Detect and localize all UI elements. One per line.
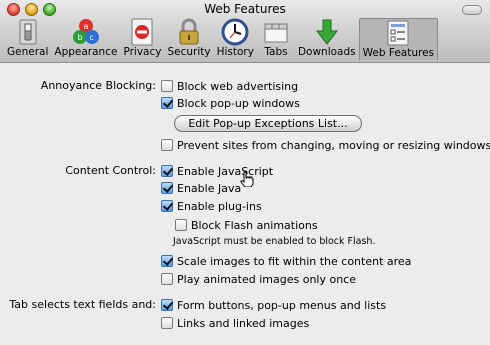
block-web-advertising-checkbox[interactable] [161,80,173,92]
option-label: Links and linked images [177,316,310,330]
option-label: Block Flash animations [191,218,318,232]
edit-popup-exceptions-button[interactable]: Edit Pop-up Exceptions List... [174,115,362,132]
green-down-arrow-icon [311,18,343,46]
option-label: Block pop-up windows [177,96,300,110]
enable-java-option[interactable]: Enable Java [161,180,241,196]
form-buttons-checkbox[interactable] [161,299,173,311]
tab-label: Security [167,46,211,58]
tab-label: Tabs [264,46,288,58]
block-web-advertising-option[interactable]: Block web advertising [161,78,298,94]
option-label: Enable Java [177,181,242,195]
tab-label: Downloads [297,46,356,58]
preferences-toolbar: General a b c Appearance Privacy Securit… [4,18,439,62]
option-label: Form buttons, pop-up menus and lists [177,298,387,312]
option-label: Play animated images only once [177,272,356,286]
content-control-label: Content Control: [65,164,156,177]
tabs-icon [260,18,292,46]
tab-tabs[interactable]: Tabs [257,18,295,60]
annoyance-blocking-label: Annoyance Blocking: [40,79,156,92]
svg-text:c: c [89,33,93,42]
tab-security[interactable]: Security [164,18,213,60]
option-label: Enable plug-ins [177,199,262,213]
block-flash-option[interactable]: Block Flash animations [175,217,318,233]
tab-label: History [216,46,254,58]
tab-label: Web Features [362,47,435,59]
toolbar-toggle-button[interactable] [462,5,482,15]
block-flash-checkbox[interactable] [175,219,187,231]
flash-requirement-note: JavaScript must be enabled to block Flas… [173,236,376,247]
enable-java-checkbox[interactable] [161,182,173,194]
scale-images-checkbox[interactable] [161,255,173,267]
enable-javascript-option[interactable]: Enable JavaScript [161,163,273,179]
web-features-icon [382,19,414,47]
abc-circles-icon: a b c [70,18,102,46]
form-buttons-option[interactable]: Form buttons, pop-up menus and lists [161,297,386,313]
block-popup-windows-checkbox[interactable] [161,97,173,109]
option-label: Block web advertising [177,79,299,93]
no-entry-sign-icon [126,18,158,46]
web-features-pane: Annoyance Blocking: Block web advertisin… [0,63,490,345]
tab-label: Appearance [54,46,118,58]
enable-plugins-option[interactable]: Enable plug-ins [161,198,262,214]
tab-privacy[interactable]: Privacy [120,18,164,60]
prevent-window-resize-checkbox[interactable] [161,139,173,151]
light-switch-icon [12,18,44,46]
links-option[interactable]: Links and linked images [161,315,309,331]
preferences-window: Web Features General a b c Appearance Pr… [0,0,490,345]
tab-selects-label: Tab selects text fields and: [9,298,156,311]
option-label: Prevent sites from changing, moving or r… [177,138,490,152]
animated-images-once-checkbox[interactable] [161,273,173,285]
window-title: Web Features [204,2,286,16]
tab-label: Privacy [123,46,162,58]
clock-icon [219,18,251,46]
block-popup-windows-option[interactable]: Block pop-up windows [161,95,300,111]
tab-history[interactable]: History [214,18,257,60]
animated-images-once-option[interactable]: Play animated images only once [161,271,356,287]
option-label: Scale images to fit within the content a… [177,254,412,268]
tab-downloads[interactable]: Downloads [295,18,359,60]
enable-javascript-checkbox[interactable] [161,165,173,177]
enable-plugins-checkbox[interactable] [161,200,173,212]
links-checkbox[interactable] [161,317,173,329]
tab-label: General [7,46,49,58]
tab-general[interactable]: General [4,18,51,60]
scale-images-option[interactable]: Scale images to fit within the content a… [161,253,411,269]
svg-text:a: a [83,22,88,31]
option-label: Enable JavaScript [177,164,274,178]
tab-appearance[interactable]: a b c Appearance [51,18,120,60]
tab-web-features[interactable]: Web Features [358,18,439,60]
svg-text:b: b [77,33,82,42]
padlock-icon [173,18,205,46]
prevent-window-resize-option[interactable]: Prevent sites from changing, moving or r… [161,137,490,153]
title-bar: Web Features General a b c Appearance Pr… [0,0,490,63]
hand-cursor-icon [240,171,254,187]
